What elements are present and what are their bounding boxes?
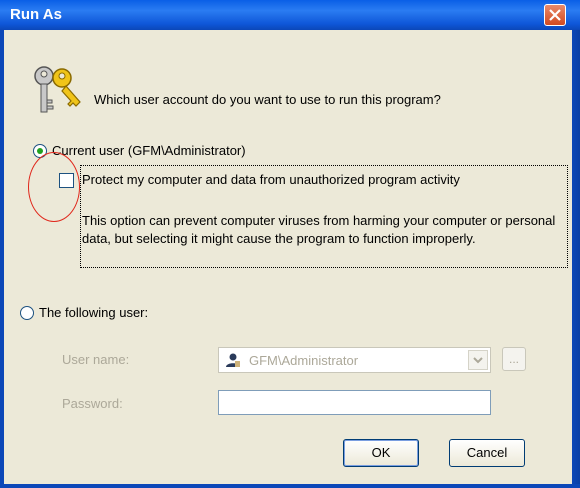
user-icon: [226, 353, 240, 367]
following-user-label: The following user:: [39, 305, 149, 320]
run-as-dialog: Run As Which user account do you want to…: [0, 0, 580, 488]
password-label: Password:: [62, 396, 123, 411]
password-input[interactable]: [218, 390, 491, 415]
protect-label: Protect my computer and data from unauth…: [82, 172, 460, 187]
following-user-radio[interactable]: [20, 306, 34, 320]
cancel-button[interactable]: Cancel: [449, 439, 525, 467]
window-title: Run As: [10, 6, 62, 23]
close-button[interactable]: [544, 4, 566, 26]
keys-icon: [34, 66, 81, 113]
username-dropdown-button[interactable]: [468, 350, 488, 370]
title-bar[interactable]: Run As: [0, 0, 580, 30]
highlight-circle: [28, 152, 80, 222]
close-icon: [549, 9, 561, 21]
ok-button[interactable]: OK: [343, 439, 419, 467]
prompt-text: Which user account do you want to use to…: [94, 92, 441, 107]
radio-selected-dot: [37, 148, 43, 154]
protect-description: This option can prevent computer viruses…: [82, 213, 556, 246]
window-frame-bottom: [0, 484, 580, 488]
window-frame-right: [572, 30, 580, 488]
current-user-label: Current user (GFM\Administrator): [52, 143, 246, 158]
chevron-down-icon: [473, 357, 483, 364]
username-label: User name:: [62, 352, 130, 367]
username-combo[interactable]: GFM\Administrator: [218, 347, 491, 373]
username-value: GFM\Administrator: [249, 353, 359, 368]
browse-button[interactable]: ...: [502, 347, 526, 371]
